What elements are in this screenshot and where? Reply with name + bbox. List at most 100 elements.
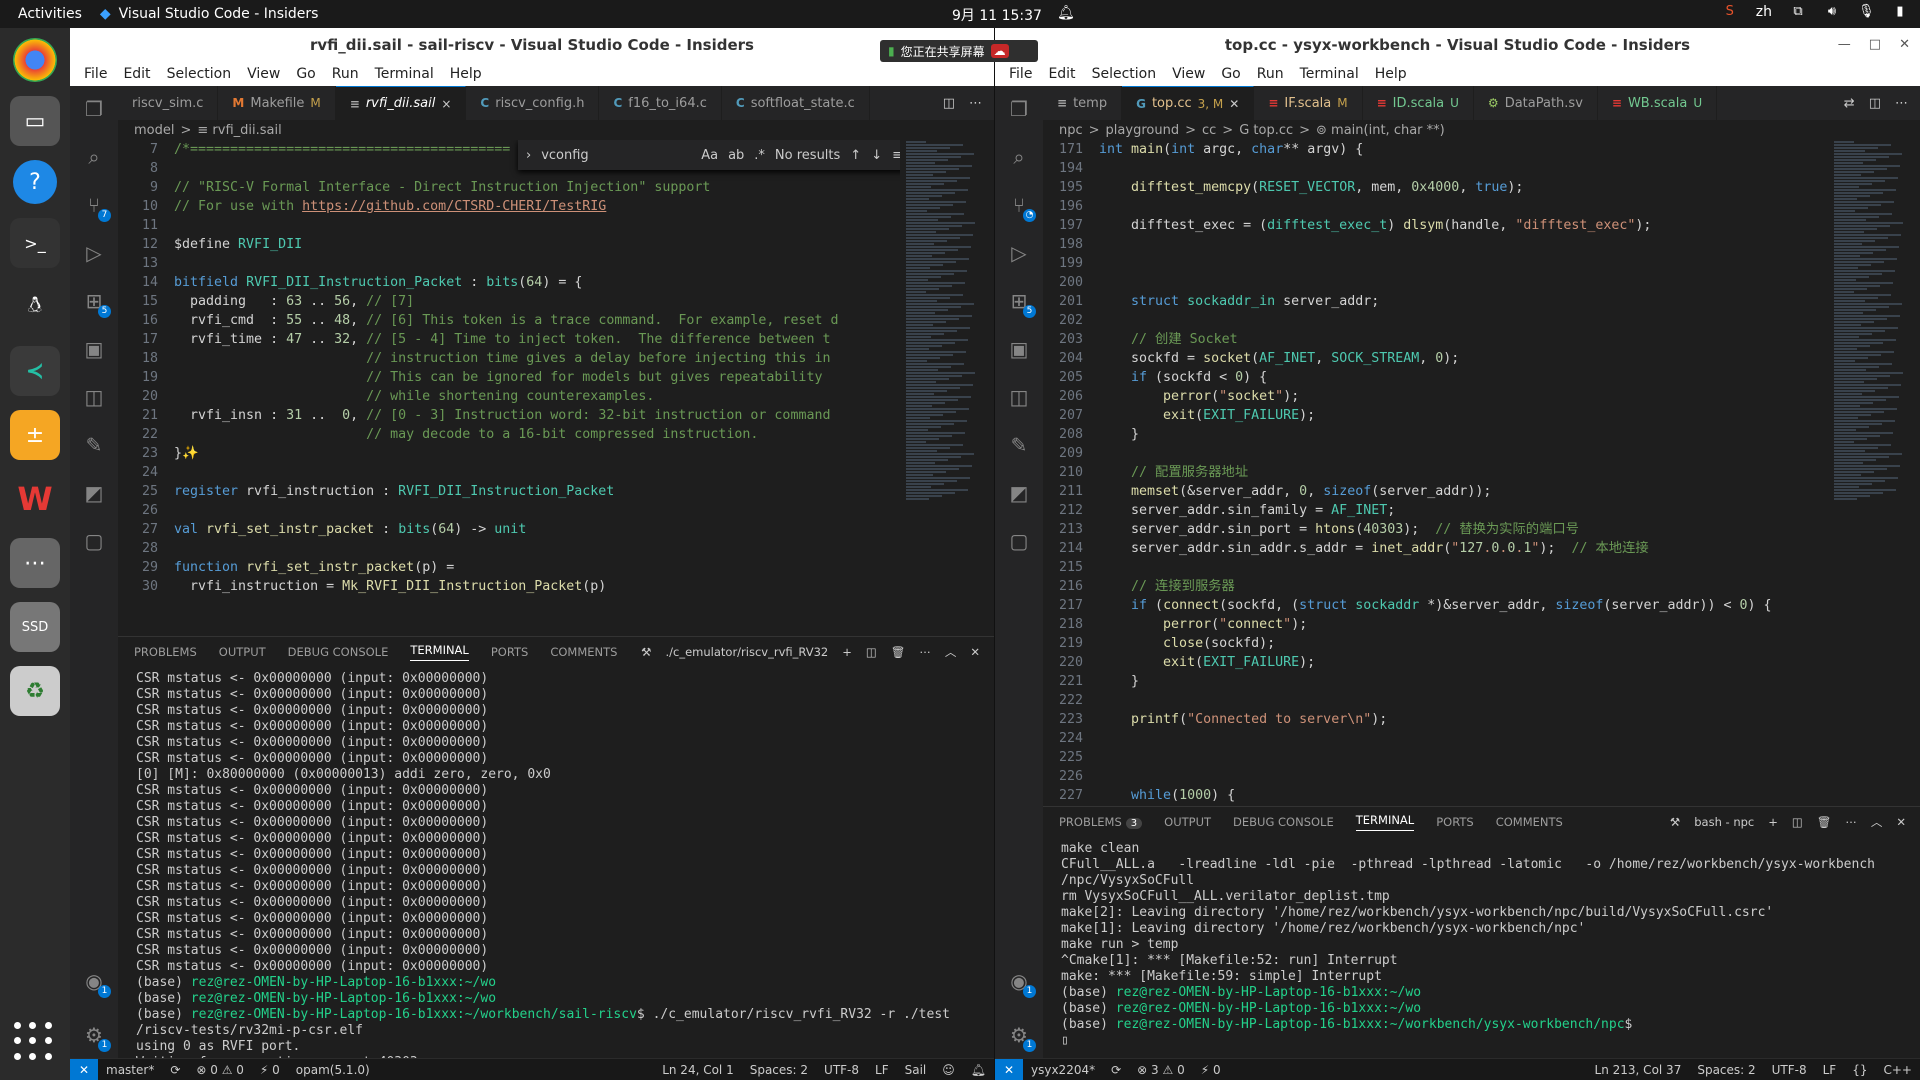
search-icon[interactable]: ⌕ bbox=[81, 144, 107, 170]
tab-if-scala[interactable]: ≡ IF.scala M bbox=[1254, 86, 1363, 120]
ssd-drive-icon[interactable]: SSD bbox=[10, 602, 60, 652]
new-terminal-icon[interactable]: + bbox=[1768, 815, 1778, 829]
files-icon[interactable]: ▭ bbox=[10, 96, 60, 146]
tab-rvfi-dii[interactable]: ≡ rvfi_dii.sail × bbox=[335, 86, 467, 120]
tab-debug-console[interactable]: DEBUG CONSOLE bbox=[1233, 815, 1334, 829]
run-debug-icon[interactable]: ▷ bbox=[1006, 240, 1032, 266]
previous-match-icon[interactable]: ↑ bbox=[850, 148, 861, 163]
regex-icon[interactable]: .* bbox=[754, 148, 765, 163]
terminal-name[interactable]: bash - npc bbox=[1694, 815, 1754, 829]
git-branch[interactable]: master* bbox=[98, 1063, 162, 1077]
container-icon[interactable]: ◫ bbox=[1006, 384, 1032, 410]
minimap[interactable] bbox=[1828, 140, 1908, 806]
show-apps-grid-icon[interactable] bbox=[14, 1022, 54, 1062]
menu-terminal[interactable]: Terminal bbox=[367, 66, 442, 82]
kill-terminal-icon[interactable]: 🗑︎ bbox=[891, 645, 906, 659]
menu-go[interactable]: Go bbox=[288, 66, 323, 82]
tab-ports[interactable]: PORTS bbox=[491, 645, 528, 659]
activities-button[interactable]: Activities bbox=[0, 6, 100, 22]
maximize-panel-icon[interactable]: ︿ bbox=[1871, 814, 1883, 830]
toggle-replace-icon[interactable]: › bbox=[526, 148, 531, 163]
terminal-icon[interactable]: >_ bbox=[10, 218, 60, 268]
breadcrumb-item[interactable]: ≡ rvfi_dii.sail bbox=[197, 123, 281, 138]
input-method-icon[interactable]: S bbox=[1722, 4, 1738, 20]
tab-top-cc[interactable]: Gtop.cc 3, M ✕ bbox=[1122, 86, 1255, 120]
tab-terminal[interactable]: TERMINAL bbox=[1355, 813, 1415, 831]
braces-icon[interactable]: {} bbox=[1844, 1063, 1875, 1077]
comments-icon[interactable]: ▢ bbox=[1006, 528, 1032, 554]
whole-word-icon[interactable]: ab bbox=[728, 148, 744, 163]
screen-share-indicator[interactable]: ▮ 您正在共享屏幕 ☁ bbox=[880, 40, 1038, 62]
split-editor-icon[interactable]: ◫ bbox=[1869, 96, 1881, 111]
chrome-icon[interactable] bbox=[13, 38, 57, 82]
language-mode[interactable]: Sail bbox=[897, 1063, 935, 1077]
qq-penguin-icon[interactable]: 🐧︎ bbox=[10, 282, 60, 332]
menu-file[interactable]: File bbox=[1001, 66, 1040, 82]
ports-count[interactable]: ⚡ 0 bbox=[1193, 1063, 1229, 1077]
menu-view[interactable]: View bbox=[239, 66, 288, 82]
compare-icon[interactable]: ⇄ bbox=[1844, 96, 1855, 111]
language-indicator[interactable]: zh bbox=[1756, 4, 1772, 20]
cloud-icon[interactable]: ☁ bbox=[990, 44, 1009, 58]
tab-id-scala[interactable]: ≡ ID.scala U bbox=[1363, 86, 1474, 120]
extensions-icon[interactable]: ⊞ 5 bbox=[1006, 288, 1036, 318]
remote-explorer-icon[interactable]: ▣ bbox=[1006, 336, 1032, 362]
cursor-position[interactable]: Ln 24, Col 1 bbox=[654, 1063, 742, 1077]
tab-softfloat-state[interactable]: Csoftfloat_state.c bbox=[722, 86, 870, 120]
account-icon[interactable]: ◉ 1 bbox=[1006, 968, 1036, 998]
breadcrumb-item[interactable]: ⊚ main(int, char **) bbox=[1316, 123, 1445, 138]
remote-indicator-icon[interactable]: ✕ bbox=[995, 1058, 1023, 1080]
close-panel-icon[interactable]: ✕ bbox=[970, 645, 980, 659]
settings-gear-icon[interactable]: ⚙ 1 bbox=[1006, 1022, 1036, 1052]
menu-run[interactable]: Run bbox=[324, 66, 367, 82]
end-of-line[interactable]: LF bbox=[1815, 1063, 1845, 1077]
encoding[interactable]: UTF-8 bbox=[816, 1063, 867, 1077]
chat-icon[interactable]: ✎ bbox=[1006, 432, 1032, 458]
tab-debug-console[interactable]: DEBUG CONSOLE bbox=[288, 645, 389, 659]
tab-problems[interactable]: PROBLEMS bbox=[134, 645, 197, 659]
more-actions-icon[interactable]: ⋯ bbox=[969, 96, 982, 111]
terminal-output[interactable]: make clean CFull__ALL.a -lreadline -ldl -… bbox=[1043, 837, 1920, 1053]
more-icon[interactable]: ⋯ bbox=[919, 645, 931, 659]
network-icon[interactable]: ⧉ bbox=[1790, 4, 1806, 20]
tab-f16-to-i64[interactable]: Cf16_to_i64.c bbox=[599, 86, 722, 120]
tab-makefile[interactable]: M Makefile M bbox=[218, 86, 336, 120]
explorer-icon[interactable]: ❐ bbox=[1006, 96, 1032, 122]
match-case-icon[interactable]: Aa bbox=[701, 148, 718, 163]
notifications-icon[interactable]: 🔔︎ bbox=[963, 1063, 994, 1077]
clock[interactable]: 9月 11 15:37 bbox=[952, 5, 1042, 25]
source-control-icon[interactable]: ⑂ ◔ bbox=[1006, 192, 1036, 222]
breadcrumb-item[interactable]: playground bbox=[1106, 123, 1180, 138]
minimize-icon[interactable]: — bbox=[1838, 37, 1851, 52]
menu-go[interactable]: Go bbox=[1213, 66, 1248, 82]
menu-help[interactable]: Help bbox=[442, 66, 490, 82]
tab-output[interactable]: OUTPUT bbox=[219, 645, 266, 659]
notification-bell-icon[interactable]: 🔔︎ bbox=[1057, 5, 1075, 21]
graph-icon[interactable]: ◩ bbox=[1006, 480, 1032, 506]
drive-icon[interactable]: ⋯ bbox=[10, 538, 60, 588]
container-icon[interactable]: ◫ bbox=[81, 384, 107, 410]
terminal-name[interactable]: ./c_emulator/riscv_rvfi_RV32 bbox=[665, 645, 828, 659]
tab-output[interactable]: OUTPUT bbox=[1164, 815, 1211, 829]
git-branch[interactable]: ysyx2204* bbox=[1023, 1063, 1103, 1077]
copilot-icon[interactable]: ☺ bbox=[934, 1063, 963, 1077]
problems-count[interactable]: ⊗ 3 ⚠ 0 bbox=[1129, 1063, 1193, 1077]
code-editor[interactable]: 171 int main(int argc, char** argv) {194 1… bbox=[1043, 140, 1920, 806]
account-icon[interactable]: ◉ 1 bbox=[81, 968, 111, 998]
minimap[interactable] bbox=[900, 140, 980, 636]
breadcrumb-item[interactable]: model bbox=[134, 123, 174, 138]
volume-icon[interactable]: 🔊︎ bbox=[1824, 4, 1840, 20]
remote-indicator-icon[interactable]: ✕ bbox=[70, 1058, 98, 1080]
end-of-line[interactable]: LF bbox=[867, 1063, 897, 1077]
tab-datapath-sv[interactable]: ⚙ DataPath.sv bbox=[1474, 86, 1598, 120]
split-terminal-icon[interactable]: ◫ bbox=[1792, 815, 1803, 829]
tab-comments[interactable]: COMMENTS bbox=[550, 645, 617, 659]
vscode-insiders-icon[interactable]: ≺ bbox=[10, 346, 60, 396]
wps-office-icon[interactable]: W bbox=[10, 474, 60, 524]
close-tab-icon[interactable]: ✕ bbox=[1229, 97, 1239, 111]
search-icon[interactable]: ⌕ bbox=[1006, 144, 1032, 170]
menu-edit[interactable]: Edit bbox=[115, 66, 158, 82]
run-debug-icon[interactable]: ▷ bbox=[81, 240, 107, 266]
chat-icon[interactable]: ✎ bbox=[81, 432, 107, 458]
terminal-output[interactable]: CSR mstatus <- 0x00000000 (input: 0x0000… bbox=[118, 667, 994, 1080]
